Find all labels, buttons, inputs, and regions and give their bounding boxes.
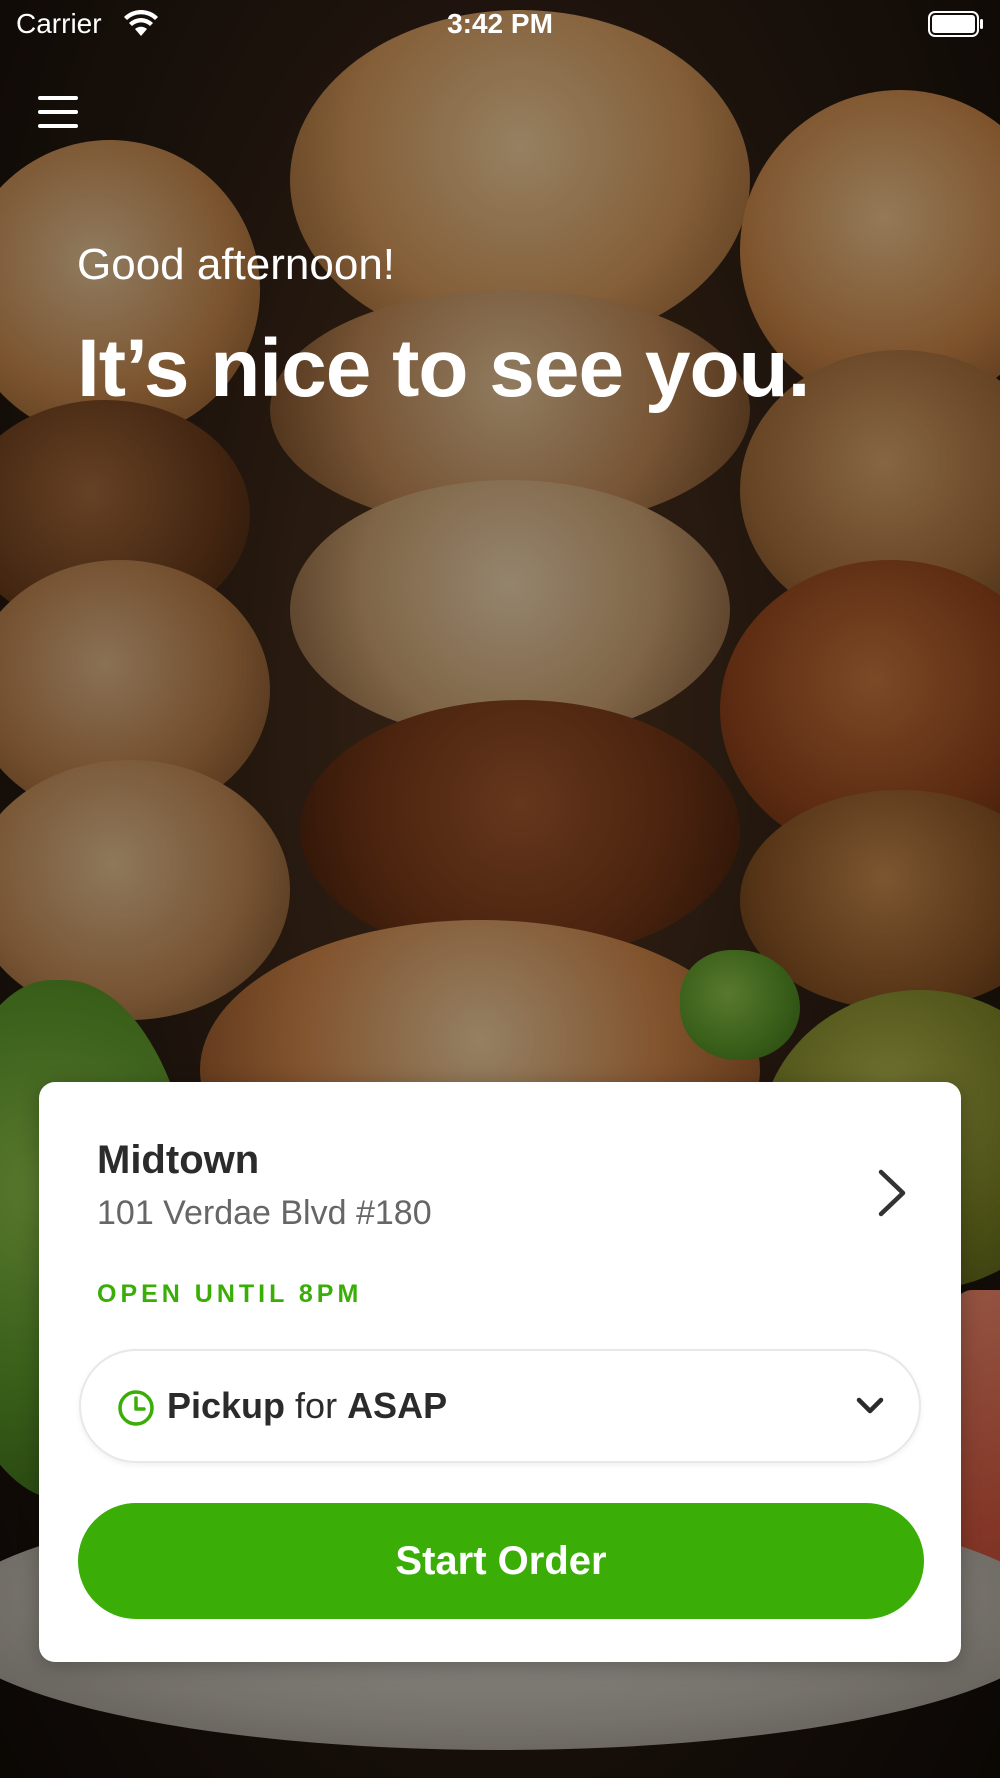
store-name[interactable]: Midtown: [97, 1138, 259, 1183]
order-mode-label: Pickup for ASAP: [167, 1385, 447, 1427]
store-address[interactable]: 101 Verdae Blvd #180: [97, 1194, 432, 1233]
order-mode-select[interactable]: Pickup for ASAP: [79, 1349, 921, 1463]
battery-icon: [928, 11, 983, 37]
clock-time: 3:42 PM: [447, 8, 553, 39]
order-mode-type: Pickup: [167, 1385, 286, 1426]
order-mode-time: ASAP: [347, 1385, 448, 1426]
status-bar: Carrier 3:42 PM: [0, 0, 1000, 52]
start-order-button[interactable]: Start Order: [78, 1503, 924, 1619]
welcome-headline: It’s nice to see you.: [77, 323, 810, 414]
store-hours-status: OPEN UNTIL 8PM: [97, 1280, 363, 1308]
clock-icon: [118, 1390, 154, 1426]
order-mode-connector: for: [295, 1385, 338, 1426]
chevron-right-icon[interactable]: [875, 1168, 909, 1218]
hamburger-menu-icon[interactable]: [38, 94, 80, 132]
chevron-down-icon: [856, 1397, 884, 1414]
location-card: Midtown 101 Verdae Blvd #180 OPEN UNTIL …: [39, 1082, 961, 1662]
greeting-text: Good afternoon!: [77, 240, 396, 289]
